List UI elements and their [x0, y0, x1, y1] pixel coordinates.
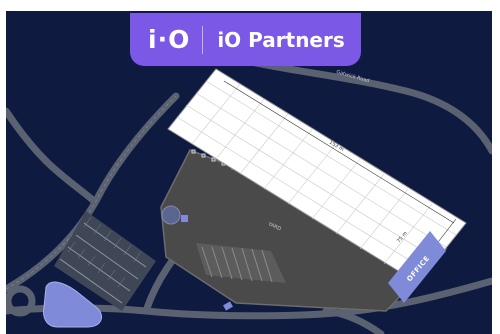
gatehouse — [161, 205, 181, 225]
brand-name: iO Partners — [217, 27, 345, 52]
gatehouse-cabin — [181, 215, 188, 222]
hero-image: Gatwick Road YARD 153 m 75 m OFFICE i·O … — [0, 0, 500, 334]
brand-tab: i·O iO Partners — [130, 13, 361, 66]
io-logo: i·O — [148, 25, 191, 54]
brand-divider — [202, 25, 204, 54]
